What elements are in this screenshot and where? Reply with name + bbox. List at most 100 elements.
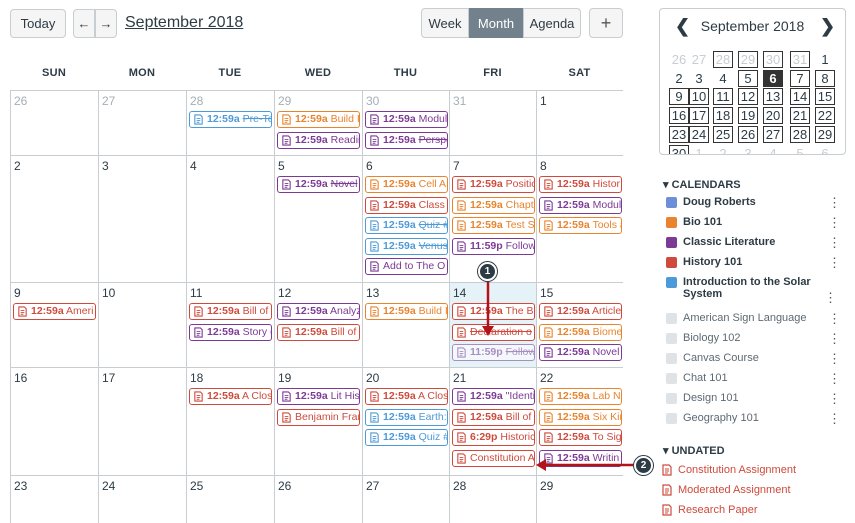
kebab-menu-icon[interactable]: ⋮ <box>828 351 841 367</box>
mini-calendar-day[interactable]: 23 <box>669 125 689 143</box>
calendar-event[interactable]: Add to The O <box>365 258 448 275</box>
calendar-item[interactable]: Chat 101 ⋮ <box>666 371 841 387</box>
day-cell[interactable]: 28 12:59a Pre-Te <box>186 90 274 155</box>
kebab-menu-icon[interactable]: ⋮ <box>828 391 841 407</box>
view-agenda-button[interactable]: Agenda <box>523 8 581 38</box>
mini-calendar-day[interactable]: 6 <box>815 145 835 155</box>
mini-calendar-day[interactable]: 19 <box>738 107 758 125</box>
mini-calendar-day[interactable]: 1 <box>815 51 835 68</box>
calendar-event[interactable]: 12:59a Quiz # <box>365 429 448 446</box>
day-number[interactable]: 31 <box>453 94 466 108</box>
day-number[interactable]: 10 <box>102 286 115 300</box>
day-number[interactable]: 1 <box>540 94 547 108</box>
day-number[interactable]: 18 <box>190 371 203 385</box>
day-number[interactable]: 23 <box>14 479 27 493</box>
calendar-item[interactable]: Classic Literature ⋮ <box>666 235 841 251</box>
day-cell[interactable]: 3012:59a Modul12:59a Perspe <box>362 90 449 155</box>
calendar-event[interactable]: 6:29p Historic <box>452 429 535 446</box>
day-cell[interactable]: 2212:59a Lab No12:59a Six Kir12:59a To S… <box>536 367 623 475</box>
calendar-color-swatch[interactable] <box>666 393 677 404</box>
calendar-event[interactable]: Benjamin Frar <box>277 408 360 426</box>
mini-calendar-day[interactable]: 11 <box>713 88 733 106</box>
day-number[interactable]: 12 <box>278 286 291 300</box>
day-number[interactable]: 30 <box>366 94 379 108</box>
mini-calendar-day[interactable]: 4 <box>713 70 733 87</box>
calendar-event[interactable]: 12:59a Test Su <box>452 217 535 234</box>
calendar-item[interactable]: Doug Roberts ⋮ <box>666 195 841 211</box>
calendar-event[interactable]: 12:59a Modul <box>539 196 622 214</box>
calendar-item[interactable]: Bio 101 ⋮ <box>666 215 841 231</box>
day-number[interactable]: 11 <box>190 286 202 300</box>
kebab-menu-icon[interactable]: ⋮ <box>824 290 837 306</box>
day-cell[interactable]: 612:59a Cell A12:59a Class F12:59a Quiz … <box>362 155 449 282</box>
day-cell[interactable]: 812:59a Histor12:59a Modul12:59a Tools a <box>536 155 623 282</box>
calendar-event[interactable]: 12:59a Build I <box>365 303 448 320</box>
day-cell[interactable]: 26 <box>274 475 362 523</box>
mini-calendar-day[interactable]: 2 <box>713 145 733 155</box>
calendar-event[interactable]: 12:59a A Clos <box>365 388 448 405</box>
day-cell[interactable]: 16 <box>10 367 98 475</box>
calendar-event[interactable]: 12:59a Histor <box>539 176 622 193</box>
kebab-menu-icon[interactable]: ⋮ <box>828 195 841 211</box>
mini-calendar-day[interactable]: 6 <box>763 69 783 87</box>
mini-calendar-day[interactable]: 2 <box>669 70 689 87</box>
calendar-color-swatch[interactable] <box>666 277 677 288</box>
calendar-event[interactable]: 12:59a Perspe <box>365 131 448 149</box>
day-cell[interactable]: 24 <box>98 475 186 523</box>
calendar-color-swatch[interactable] <box>666 313 677 324</box>
calendar-event[interactable]: 11:59p Follow <box>452 344 535 361</box>
mini-calendar-day[interactable]: 15 <box>815 88 835 106</box>
mini-calendar-day[interactable]: 18 <box>713 107 733 125</box>
day-number[interactable]: 19 <box>278 371 291 385</box>
calendar-event[interactable]: 12:59a Build I <box>277 111 360 128</box>
mini-calendar-day[interactable]: 13 <box>763 88 783 106</box>
calendar-event[interactable]: 12:59a Positic <box>452 176 535 193</box>
day-cell[interactable]: 26 <box>10 90 98 155</box>
mini-calendar-day[interactable]: 4 <box>763 145 783 155</box>
day-number[interactable]: 4 <box>190 159 197 173</box>
day-cell[interactable]: 27 <box>98 90 186 155</box>
calendar-event[interactable]: 12:59a Pre-Te <box>189 111 272 128</box>
calendar-event[interactable]: 12:59a Lab No <box>539 388 622 405</box>
undated-header[interactable]: ▾ UNDATED <box>663 444 725 457</box>
calendar-color-swatch[interactable] <box>666 217 677 228</box>
mini-calendar-day[interactable]: 1 <box>689 145 709 155</box>
mini-calendar-day[interactable]: 29 <box>815 125 835 143</box>
day-cell[interactable]: 18 12:59a A Clos <box>186 367 274 475</box>
mini-calendar-day[interactable]: 7 <box>790 69 810 87</box>
day-number[interactable]: 13 <box>366 286 379 300</box>
day-cell[interactable]: 2912:59a Build I12:59a Readin <box>274 90 362 155</box>
calendar-title[interactable]: September 2018 <box>125 14 243 32</box>
day-cell[interactable]: 14 12:59a The Bi Declaration o 11:59p Follo… <box>449 282 536 367</box>
day-number[interactable]: 15 <box>540 286 553 300</box>
mini-calendar-day[interactable]: 27 <box>689 51 709 68</box>
mini-calendar-day[interactable]: 12 <box>738 88 758 106</box>
day-number[interactable]: 27 <box>102 94 115 108</box>
day-number[interactable]: 7 <box>453 159 460 173</box>
mini-calendar-day[interactable]: 3 <box>689 70 709 87</box>
mini-calendar-day[interactable]: 10 <box>689 88 709 106</box>
day-number[interactable]: 21 <box>453 371 466 385</box>
day-number[interactable]: 6 <box>366 159 373 173</box>
kebab-menu-icon[interactable]: ⋮ <box>828 215 841 231</box>
mini-calendar-day[interactable]: 30 <box>763 51 783 68</box>
calendar-event[interactable]: 12:59a Analyz <box>277 303 360 320</box>
calendar-color-swatch[interactable] <box>666 237 677 248</box>
calendar-event[interactable]: 12:59a Bill of <box>277 323 360 341</box>
day-number[interactable]: 3 <box>102 159 109 173</box>
calendar-item[interactable]: Design 101 ⋮ <box>666 391 841 407</box>
next-month-button[interactable]: → <box>95 9 117 38</box>
calendar-color-swatch[interactable] <box>666 197 677 208</box>
day-cell[interactable]: 5 12:59a Novel <box>274 155 362 282</box>
calendar-event[interactable]: 12:59a Earth: <box>365 408 448 426</box>
day-cell[interactable]: 15 12:59a Article 12:59a Biome 12:59a Novel <box>536 282 623 367</box>
mini-calendar-day[interactable]: 28 <box>713 51 733 68</box>
day-number[interactable]: 26 <box>14 94 27 108</box>
day-cell[interactable]: 4 <box>186 155 274 282</box>
mini-calendar-day[interactable]: 3 <box>738 145 758 155</box>
calendar-event[interactable]: 12:59a "Identi <box>452 388 535 405</box>
day-number[interactable]: 2 <box>14 159 21 173</box>
calendar-event[interactable]: 12:59a Bill of <box>189 303 272 320</box>
day-number[interactable]: 17 <box>102 371 115 385</box>
previous-month-button[interactable]: ← <box>73 9 95 38</box>
